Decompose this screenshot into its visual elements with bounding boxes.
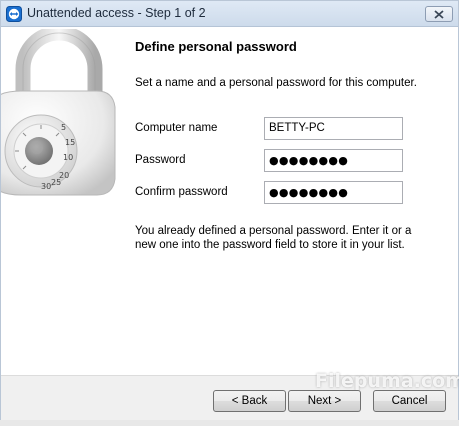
cancel-button[interactable]: Cancel	[373, 390, 446, 412]
confirm-password-label: Confirm password	[135, 186, 228, 198]
intro-text: Set a name and a personal password for t…	[135, 77, 417, 89]
padlock-icon: 10 20 30 5 15 25	[1, 29, 116, 196]
close-icon	[434, 10, 444, 19]
dial-number: 15	[65, 138, 75, 147]
window-title: Unattended access - Step 1 of 2	[27, 6, 206, 20]
dial-number: 30	[41, 182, 51, 191]
page-heading: Define personal password	[135, 39, 297, 54]
info-line: You already defined a personal password.…	[135, 225, 412, 237]
dial-number: 5	[61, 123, 66, 132]
password-input[interactable]: ●●●●●●●●	[264, 149, 403, 172]
watermark-text: Filepuma.com	[315, 370, 459, 392]
title-bar: Unattended access - Step 1 of 2	[1, 1, 458, 27]
password-label: Password	[135, 154, 186, 166]
dial-number: 25	[51, 178, 61, 187]
info-line: new one into the password field to store…	[135, 239, 405, 251]
back-button[interactable]: < Back	[213, 390, 286, 412]
close-button[interactable]	[425, 6, 453, 22]
wizard-window: Unattended access - Step 1 of 2 10 20 30…	[0, 0, 459, 420]
computer-name-label: Computer name	[135, 122, 218, 134]
info-text: You already defined a personal password.…	[135, 224, 435, 252]
next-button[interactable]: Next >	[288, 390, 361, 412]
bottom-edge	[0, 420, 459, 426]
teamviewer-icon	[6, 6, 22, 22]
dial-number: 10	[63, 153, 73, 162]
computer-name-input[interactable]: BETTY-PC	[264, 117, 403, 140]
confirm-password-input[interactable]: ●●●●●●●●	[264, 181, 403, 204]
